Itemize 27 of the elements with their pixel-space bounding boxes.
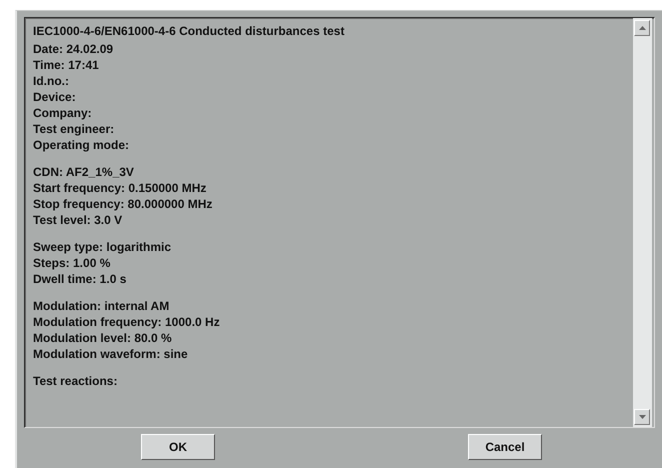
cancel-button[interactable]: Cancel (468, 434, 542, 460)
scrollbar[interactable] (633, 18, 652, 427)
up-arrow-icon (638, 26, 646, 30)
report-line: Steps: 1.00 % (33, 255, 110, 271)
report-line: Start frequency: 0.150000 MHz (33, 180, 206, 196)
report-line: Date: 24.02.09 (33, 41, 114, 57)
report-line: Operating mode: (33, 137, 130, 153)
report-line: Company: (33, 105, 92, 121)
report-line: Test reactions: (33, 373, 118, 389)
report-line: Time: 17:41 (33, 57, 99, 73)
scroll-up-button[interactable] (634, 20, 650, 36)
report-line: Modulation level: 80.0 % (33, 330, 172, 346)
ok-button[interactable]: OK (141, 434, 215, 460)
down-arrow-icon (638, 415, 646, 419)
report-title: IEC1000-4-6/EN61000-4-6 Conducted disturbances test (33, 23, 344, 39)
scroll-down-button[interactable] (634, 409, 650, 425)
report-line: Modulation: internal AM (33, 298, 170, 314)
report-line: CDN: AF2_1%_3V (33, 164, 134, 180)
report-line: Dwell time: 1.0 s (33, 271, 126, 287)
report-line: Id.no.: (33, 73, 69, 89)
report-line: Test level: 3.0 V (33, 212, 122, 228)
report-line: Modulation waveform: sine (33, 346, 188, 362)
report-line: Device: (33, 89, 76, 105)
report-line: Test engineer: (33, 121, 114, 137)
report-line: Modulation frequency: 1000.0 Hz (33, 314, 220, 330)
report-line: Sweep type: logarithmic (33, 239, 172, 255)
report-line: Stop frequency: 80.000000 MHz (33, 196, 212, 212)
